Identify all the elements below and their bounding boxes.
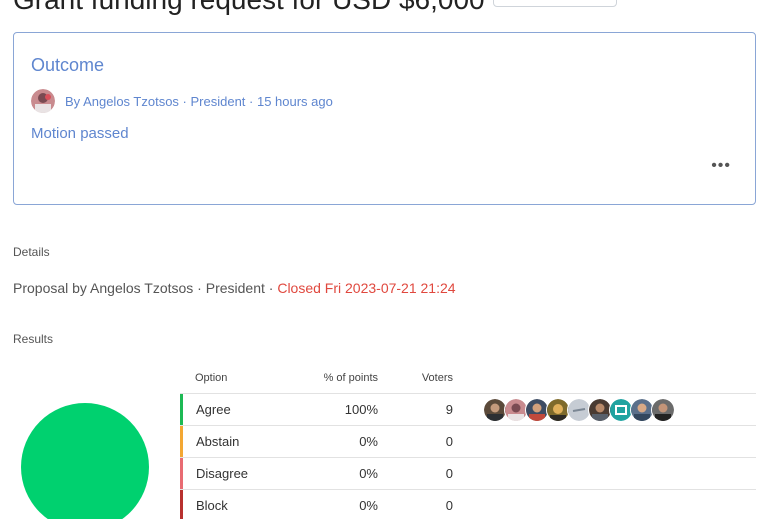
option-percent: 0% — [359, 498, 378, 513]
poll-type-badge — [492, 0, 617, 7]
outcome-heading: Outcome — [31, 55, 105, 75]
option-percent: 0% — [359, 434, 378, 449]
outcome-statement: Motion passed — [31, 125, 129, 142]
option-label: Abstain — [196, 434, 240, 449]
result-row-agree: Agree 100% 9 — [180, 394, 756, 426]
results-label: Results — [13, 332, 54, 346]
outcome-author-line: By Angelos Tzotsos · President · 15 hour… — [31, 89, 333, 113]
option-voter-count: 0 — [445, 498, 453, 513]
result-row-block: Block 0% 0 — [180, 490, 756, 519]
results-table: Option % of points Voters Agree 100% 9 A… — [180, 362, 756, 519]
outcome-meta-text[interactable]: By Angelos Tzotsos · President · 15 hour… — [65, 94, 333, 109]
voter-avatar[interactable] — [651, 397, 675, 422]
option-voter-count: 0 — [445, 434, 453, 449]
author-avatar[interactable] — [31, 89, 55, 113]
option-voter-count: 9 — [445, 402, 453, 417]
proposal-author-text[interactable]: Proposal by Angelos Tzotsos · President … — [13, 280, 277, 296]
option-label: Agree — [196, 402, 231, 417]
more-actions-button[interactable]: ••• — [711, 157, 731, 175]
option-percent: 100% — [344, 402, 378, 417]
results-pie-chart — [21, 403, 149, 519]
option-color-bar — [180, 490, 183, 519]
page-title-text: Grant funding request for USD $6,000 — [13, 0, 485, 15]
outcome-card: Outcome By Angelos Tzotsos · President ·… — [13, 32, 756, 205]
option-label: Block — [196, 498, 228, 513]
page-title: Grant funding request for USD $6,000 — [13, 0, 617, 16]
details-label: Details — [13, 245, 50, 259]
option-column-header: Option — [195, 371, 228, 384]
closed-date: Closed Fri 2023-07-21 21:24 — [277, 280, 456, 296]
voters-column-header: Voters — [421, 371, 453, 384]
option-color-bar — [180, 426, 183, 457]
option-voter-count: 0 — [445, 466, 453, 481]
result-row-abstain: Abstain 0% 0 — [180, 426, 756, 458]
option-color-bar — [180, 458, 183, 489]
result-row-disagree: Disagree 0% 0 — [180, 458, 756, 490]
option-label: Disagree — [196, 466, 249, 481]
option-percent: 0% — [359, 466, 378, 481]
points-column-header: % of points — [323, 371, 378, 384]
results-table-header: Option % of points Voters — [180, 362, 756, 394]
voter-avatars — [453, 397, 756, 422]
details-proposal-line: Proposal by Angelos Tzotsos · President … — [13, 280, 456, 296]
option-color-bar — [180, 394, 183, 425]
